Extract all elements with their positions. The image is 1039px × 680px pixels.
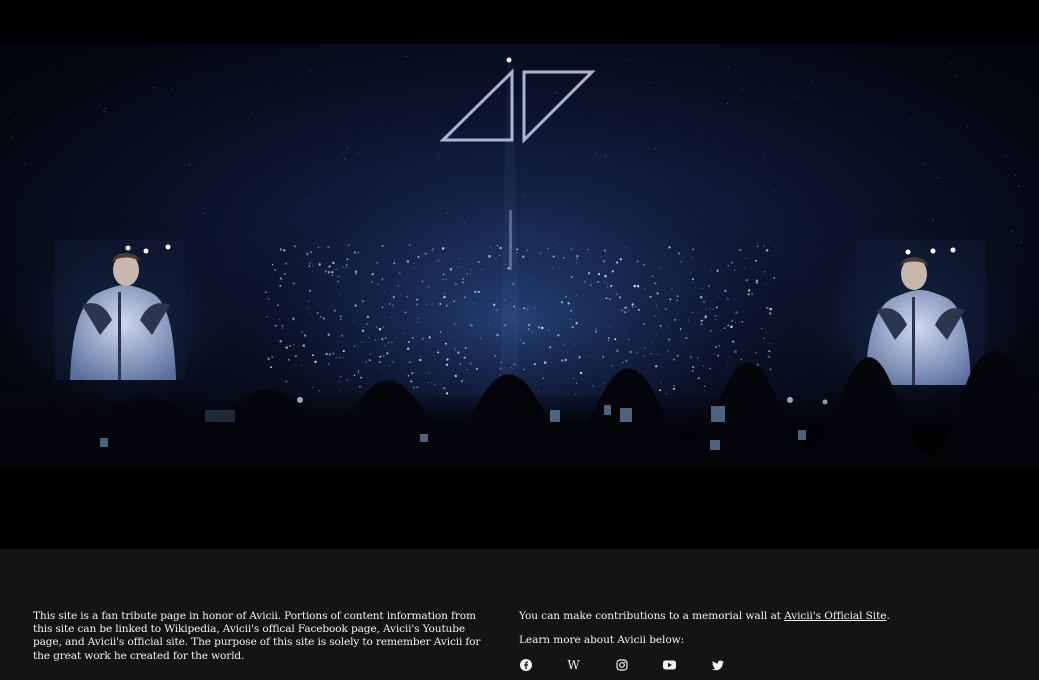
learn-more-text: Learn more about Avicii below: [519,634,685,647]
facebook-icon[interactable] [519,659,532,672]
twitter-icon[interactable] [711,659,724,672]
memorial-prefix: You can make contributions to a memorial… [519,610,785,622]
memorial-info: You can make contributions to a memorial… [519,610,1019,647]
hero-concert-image [0,0,1039,549]
instagram-icon[interactable] [615,659,628,672]
social-links: W [519,658,759,672]
memorial-suffix: . [886,610,890,622]
concert-scene [0,0,1039,549]
site-footer: This site is a fan tribute page in honor… [0,549,1039,680]
youtube-icon[interactable] [663,659,676,672]
official-site-link[interactable]: Avicii's Official Site [784,610,886,622]
wikipedia-icon[interactable]: W [567,659,580,672]
memorial-line: You can make contributions to a memorial… [519,610,1019,623]
left-video-screen [55,240,185,380]
tribute-disclaimer: This site is a fan tribute page in honor… [33,610,481,662]
tribute-page: This site is a fan tribute page in honor… [0,0,1039,680]
